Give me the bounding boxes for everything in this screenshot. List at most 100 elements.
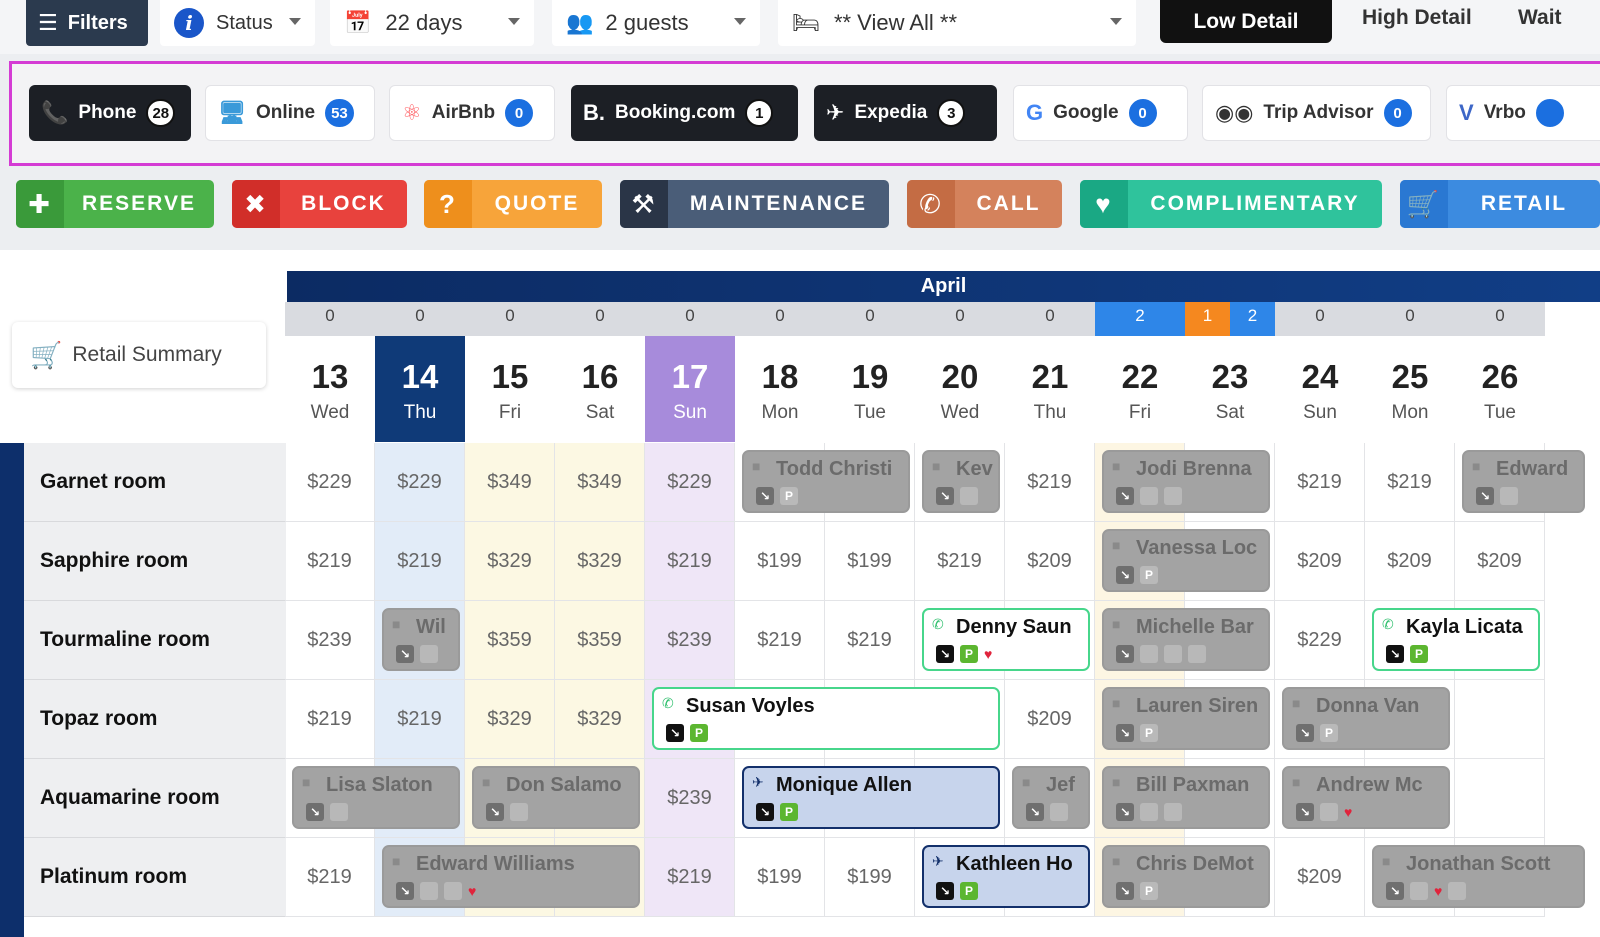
room-label[interactable]: Platinum room	[24, 838, 286, 917]
day-header-26[interactable]: 26 Tue	[1455, 336, 1545, 442]
rate-cell[interactable]: $239	[285, 601, 375, 680]
day-header-23[interactable]: 23 Sat	[1185, 336, 1275, 442]
day-header-15[interactable]: 15 Fri	[465, 336, 555, 442]
rate-cell[interactable]	[1455, 759, 1545, 838]
source-booking-com[interactable]: B. Booking.com 1	[571, 85, 798, 141]
rate-cell[interactable]: $349	[555, 443, 645, 522]
source-vrbo[interactable]: V Vrbo	[1446, 85, 1600, 141]
booking-block[interactable]: ■ Don Salamo ↘	[472, 766, 640, 829]
day-header-16[interactable]: 16 Sat	[555, 336, 645, 442]
rate-cell[interactable]: $229	[1275, 601, 1365, 680]
filters-button[interactable]: ☰ Filters	[26, 0, 148, 46]
booking-block[interactable]: ■ Wil ↘	[382, 608, 460, 671]
rate-cell[interactable]: $359	[465, 601, 555, 680]
booking-block[interactable]: ■ Jodi Brenna ↘	[1102, 450, 1270, 513]
guests-dropdown[interactable]: 👥 2 guests	[552, 0, 760, 46]
rate-cell[interactable]: $359	[555, 601, 645, 680]
rate-cell[interactable]	[1455, 680, 1545, 759]
rate-cell[interactable]: $219	[285, 680, 375, 759]
rate-cell[interactable]: $209	[1275, 522, 1365, 601]
day-header-18[interactable]: 18 Mon	[735, 336, 825, 442]
source-trip-advisor[interactable]: ◉◉ Trip Advisor 0	[1202, 85, 1431, 141]
room-view-dropdown[interactable]: 🛏 ** View All **	[778, 0, 1136, 46]
reserve-button[interactable]: ✚ RESERVE	[16, 180, 214, 228]
rate-cell[interactable]: $219	[915, 522, 1005, 601]
day-header-22[interactable]: 22 Fri	[1095, 336, 1185, 442]
rate-cell[interactable]: $219	[375, 680, 465, 759]
day-header-13[interactable]: 13 Wed	[285, 336, 375, 442]
rate-cell[interactable]: $199	[825, 522, 915, 601]
day-header-21[interactable]: 21 Thu	[1005, 336, 1095, 442]
day-header-24[interactable]: 24 Sun	[1275, 336, 1365, 442]
booking-block[interactable]: ■ Chris DeMot ↘ P	[1102, 845, 1270, 908]
booking-block[interactable]: ■ Lauren Siren ↘ P	[1102, 687, 1270, 750]
rate-cell[interactable]: $199	[825, 838, 915, 917]
source-airbnb[interactable]: ⚛ AirBnb 0	[389, 85, 555, 141]
rate-cell[interactable]: $229	[285, 443, 375, 522]
booking-block[interactable]: ✆ Kayla Licata ↘ P	[1372, 608, 1540, 671]
room-label[interactable]: Sapphire room	[24, 522, 286, 601]
call-button[interactable]: ✆ CALL	[907, 180, 1062, 228]
rate-cell[interactable]: $349	[465, 443, 555, 522]
wait-list-button[interactable]: Wait	[1518, 6, 1562, 30]
booking-block[interactable]: ■ Lisa Slaton ↘	[292, 766, 460, 829]
booking-block[interactable]: ■ Edward ↘	[1462, 450, 1585, 513]
booking-block[interactable]: ■ Donna Van ↘ P	[1282, 687, 1450, 750]
rate-cell[interactable]: $329	[555, 522, 645, 601]
rate-cell[interactable]: $219	[285, 522, 375, 601]
maintenance-button[interactable]: ⚒ MAINTENANCE	[620, 180, 889, 228]
day-header-19[interactable]: 19 Tue	[825, 336, 915, 442]
rate-cell[interactable]: $209	[1365, 522, 1455, 601]
rate-cell[interactable]: $209	[1455, 522, 1545, 601]
rate-cell[interactable]: $199	[735, 522, 825, 601]
block-button[interactable]: ✖ BLOCK	[232, 180, 407, 228]
rate-cell[interactable]: $229	[645, 443, 735, 522]
date-range-dropdown[interactable]: 📅 22 days	[330, 0, 534, 46]
day-header-14[interactable]: 14 Thu	[375, 336, 465, 442]
rate-cell[interactable]: $219	[1005, 443, 1095, 522]
rate-cell[interactable]: $329	[465, 680, 555, 759]
booking-block[interactable]: ■ Vanessa Loc ↘ P	[1102, 529, 1270, 592]
room-label[interactable]: Garnet room	[24, 443, 286, 522]
rate-cell[interactable]: $229	[375, 443, 465, 522]
room-label[interactable]: Tourmaline room	[24, 601, 286, 680]
rate-cell[interactable]: $209	[1005, 522, 1095, 601]
rate-cell[interactable]: $219	[825, 601, 915, 680]
day-header-17[interactable]: 17 Sun	[645, 336, 735, 442]
rate-cell[interactable]: $219	[645, 838, 735, 917]
day-header-25[interactable]: 25 Mon	[1365, 336, 1455, 442]
booking-block[interactable]: ✆ Denny Saun ↘ P ♥	[922, 608, 1090, 671]
rate-cell[interactable]: $219	[645, 522, 735, 601]
high-detail-button[interactable]: High Detail	[1362, 6, 1472, 30]
rate-cell[interactable]: $329	[555, 680, 645, 759]
complimentary-button[interactable]: ♥ COMPLIMENTARY	[1080, 180, 1382, 228]
rate-cell[interactable]: $239	[645, 759, 735, 838]
room-label[interactable]: Aquamarine room	[24, 759, 286, 838]
booking-block[interactable]: ■ Andrew Mc ↘ ♥	[1282, 766, 1450, 829]
day-header-20[interactable]: 20 Wed	[915, 336, 1005, 442]
booking-block[interactable]: ✈ Monique Allen ↘ P	[742, 766, 1000, 829]
rate-cell[interactable]: $209	[1005, 680, 1095, 759]
source-online[interactable]: 🖥 Online 53	[205, 85, 375, 141]
retail-button[interactable]: 🛒 RETAIL	[1400, 180, 1600, 228]
retail-summary-button[interactable]: 🛒 Retail Summary	[12, 322, 266, 388]
booking-block[interactable]: ✆ Susan Voyles ↘ P	[652, 687, 1000, 750]
rate-cell[interactable]: $329	[465, 522, 555, 601]
quote-button[interactable]: ? QUOTE	[424, 180, 602, 228]
booking-block[interactable]: ■ Edward Williams ↘ ♥	[382, 845, 640, 908]
rate-cell[interactable]: $219	[1365, 443, 1455, 522]
source-phone[interactable]: 📞 Phone 28	[29, 85, 191, 141]
low-detail-button[interactable]: Low Detail	[1160, 0, 1332, 43]
rate-cell[interactable]: $219	[1275, 443, 1365, 522]
rate-cell[interactable]: $209	[1275, 838, 1365, 917]
booking-block[interactable]: ■ Jef ↘	[1012, 766, 1090, 829]
status-dropdown[interactable]: i Status	[160, 0, 315, 46]
rate-cell[interactable]: $219	[735, 601, 825, 680]
rate-cell[interactable]: $219	[375, 522, 465, 601]
booking-block[interactable]: ✈ Kathleen Ho ↘ P	[922, 845, 1090, 908]
booking-block[interactable]: ■ Michelle Bar ↘	[1102, 608, 1270, 671]
room-label[interactable]: Topaz room	[24, 680, 286, 759]
source-google[interactable]: G Google 0	[1013, 85, 1188, 141]
source-expedia[interactable]: ✈ Expedia 3	[814, 85, 997, 141]
rate-cell[interactable]: $199	[735, 838, 825, 917]
